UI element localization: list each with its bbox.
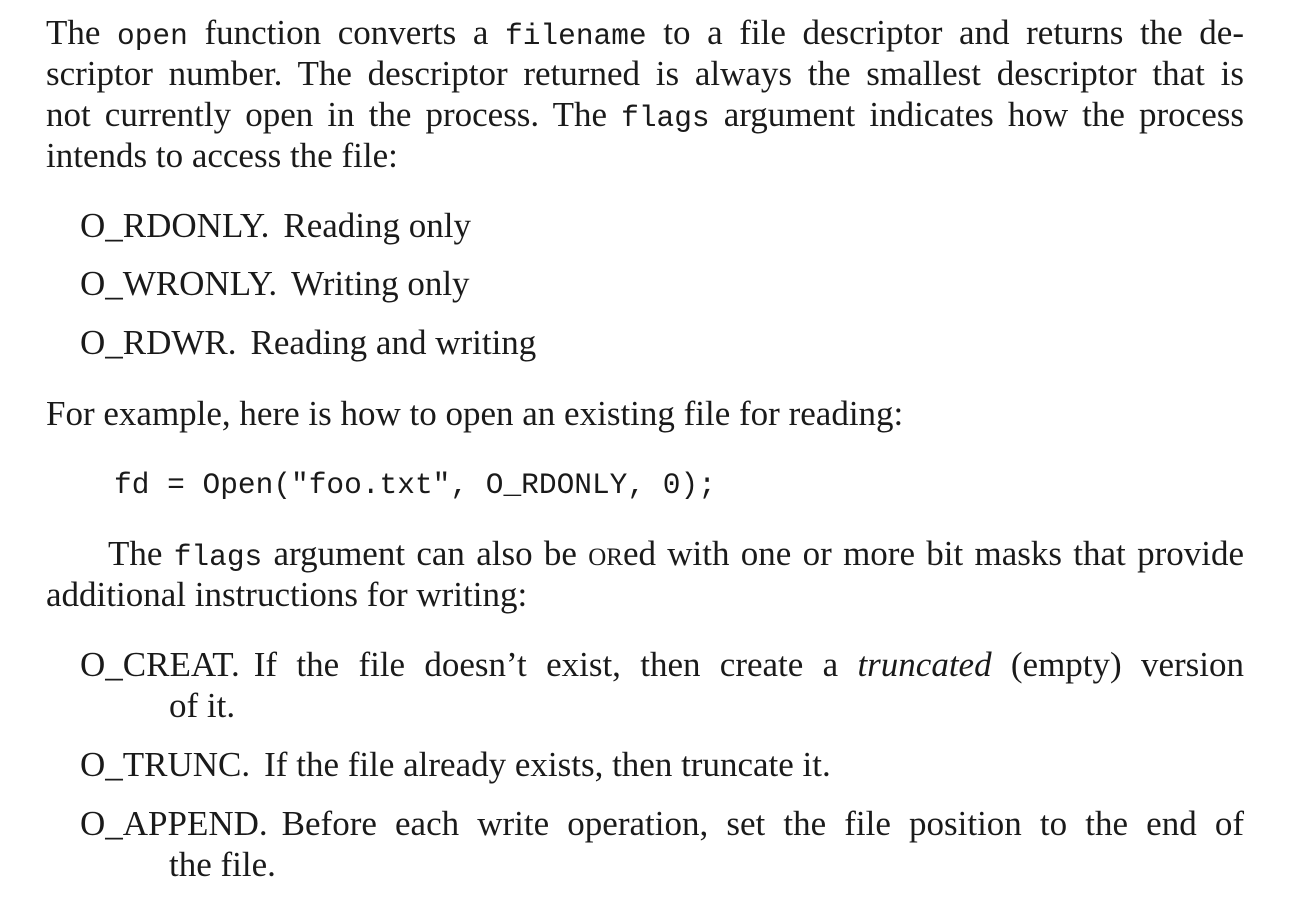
code-example: fd = Open("foo.txt", O_RDONLY, 0); [114,468,716,502]
para3-line1: The flags argument can also be ored with… [108,534,1244,574]
document-page: { "para1": { "l1_a": "The ", "l1_code1":… [0,0,1301,912]
flag-item-creat: O_CREAT. If the file doesn’t exist, then … [80,645,1244,684]
code-flags-2: flags [173,540,263,574]
para1-line4: intends to access the file: [46,136,398,175]
flag-item-rdwr: O_RDWR. Reading and writing [80,323,537,362]
code-flags: flags [621,101,710,135]
para1-line3: not currently open in the process. The f… [46,95,1244,135]
flag-item-trunc: O_TRUNC. If the file already exists, then… [80,745,831,784]
flag-item-rdonly: O_RDONLY. Reading only [80,206,471,245]
flag-item-creat-cont: of it. [169,686,236,725]
para1-line1: The open function converts a filename to… [46,13,1244,53]
para3-line2: additional instructions for writing: [46,575,528,614]
flag-item-append: O_APPEND. Before each write operation, se… [80,804,1244,843]
flag-item-wronly: O_WRONLY. Writing only [80,264,470,303]
para2: For example, here is how to open an exis… [46,394,904,433]
flag-item-append-cont: the file. [169,845,276,884]
para1-line2: scriptor number. The descriptor returned… [46,54,1244,93]
code-open: open [117,19,188,53]
code-filename: filename [505,19,647,53]
